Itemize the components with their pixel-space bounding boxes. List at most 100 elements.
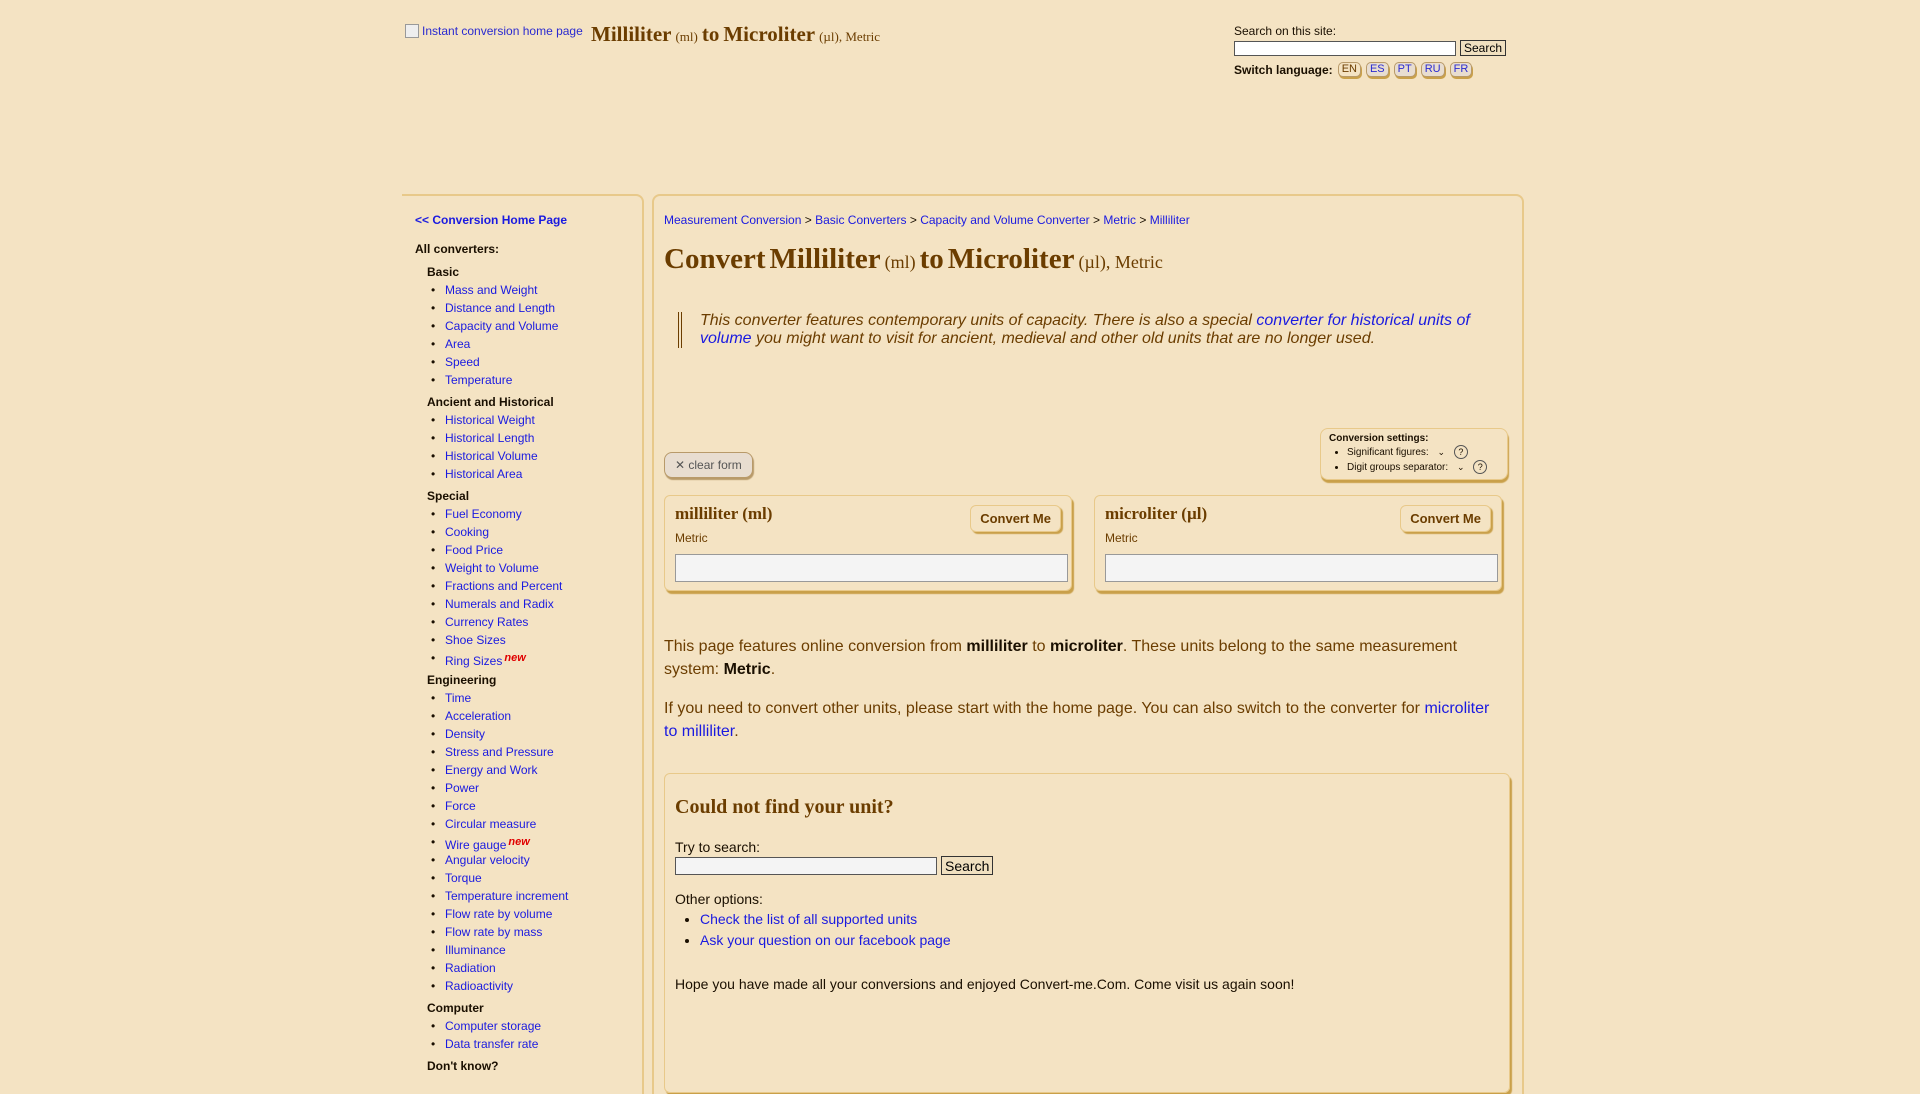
sidebar-item-link[interactable]: Flow rate by mass bbox=[445, 925, 542, 939]
to-unit-input[interactable] bbox=[1105, 554, 1498, 582]
to-convert-button[interactable]: Convert Me bbox=[1400, 505, 1491, 532]
sidebar-item-link[interactable]: Temperature increment bbox=[445, 889, 568, 903]
sidebar-item-link[interactable]: Radioactivity bbox=[445, 979, 513, 993]
from-unit-system: Metric bbox=[675, 531, 708, 545]
breadcrumb: Measurement Conversion > Basic Converter… bbox=[664, 213, 1190, 227]
unit-search-button[interactable]: Search bbox=[941, 856, 994, 875]
sidebar-item-link[interactable]: Torque bbox=[445, 871, 482, 885]
sidebar-item-link[interactable]: Ring Sizes bbox=[445, 654, 502, 668]
category-container: Basic Mass and Weight Distance and Length C… bbox=[415, 263, 640, 1075]
sidebar-item-link[interactable]: Historical Volume bbox=[445, 449, 538, 463]
header-title-to-word: to bbox=[701, 22, 720, 46]
from-unit-input[interactable] bbox=[675, 554, 1068, 582]
sidebar-item-link[interactable]: Capacity and Volume bbox=[445, 319, 558, 333]
sidebar-item-link[interactable]: Power bbox=[445, 781, 479, 795]
sidebar-item-link[interactable]: Stress and Pressure bbox=[445, 745, 554, 759]
clear-form-button[interactable]: ✕ clear form bbox=[664, 452, 753, 478]
unit-search-input[interactable] bbox=[675, 856, 937, 875]
sidebar-item-link[interactable]: Computer storage bbox=[445, 1019, 541, 1033]
to-unit-bold: microliter bbox=[1049, 638, 1123, 655]
sidebar-item-link[interactable]: Distance and Length bbox=[445, 301, 555, 315]
help-icon[interactable]: ? bbox=[1473, 460, 1488, 474]
header-title-to-abbr: (µl) bbox=[819, 29, 839, 44]
site-search-input[interactable] bbox=[1234, 40, 1456, 56]
settings-heading: Conversion settings: bbox=[1329, 433, 1429, 444]
sidebar-item-link[interactable]: Radiation bbox=[445, 961, 496, 975]
sidebar-item: Historical Area bbox=[431, 465, 640, 483]
site-search: Search on this site: Search Switch langu… bbox=[1234, 24, 1507, 77]
sidebar-item-link[interactable]: Historical Weight bbox=[445, 413, 535, 427]
facebook-question-link[interactable]: Ask your question on our facebook page bbox=[700, 932, 951, 948]
site-search-button[interactable]: Search bbox=[1460, 40, 1507, 56]
breadcrumb-item[interactable]: Basic Converters bbox=[815, 213, 906, 227]
lang-es[interactable]: ES bbox=[1365, 62, 1389, 77]
sidebar-item-link[interactable]: Currency Rates bbox=[445, 615, 528, 629]
converter-list: All converters: Basic Mass and Weight Dist… bbox=[415, 242, 640, 1075]
sidebar-item-link[interactable]: Illuminance bbox=[445, 943, 506, 957]
sidebar-item-link[interactable]: Acceleration bbox=[445, 709, 511, 723]
sidebar-item-link[interactable]: Temperature bbox=[445, 373, 512, 387]
category-heading: Don't know? bbox=[427, 1059, 499, 1073]
breadcrumb-separator: > bbox=[1092, 213, 1100, 227]
from-unit-card: milliliter (ml) Metric Convert Me bbox=[664, 495, 1072, 591]
sidebar-item-link[interactable]: Fractions and Percent bbox=[445, 579, 562, 593]
from-convert-button[interactable]: Convert Me bbox=[970, 505, 1061, 532]
lang-en[interactable]: EN bbox=[1337, 62, 1361, 77]
sidebar-item-link[interactable]: Time bbox=[445, 691, 471, 705]
sidebar-item: Force bbox=[431, 797, 640, 815]
breadcrumb-item[interactable]: Measurement Conversion bbox=[664, 213, 801, 227]
intro-note: This converter features contemporary uni… bbox=[678, 312, 1500, 348]
new-badge: new bbox=[504, 652, 526, 664]
category-heading: Basic bbox=[427, 265, 460, 279]
site-search-label: Search on this site: bbox=[1234, 24, 1337, 38]
page-title-prefix: Convert bbox=[664, 243, 766, 275]
lang-fr[interactable]: FR bbox=[1449, 62, 1473, 77]
sidebar-item-link[interactable]: Mass and Weight bbox=[445, 283, 538, 297]
sidebar-item-link[interactable]: Energy and Work bbox=[445, 763, 538, 777]
chevron-down-icon: ⌄ bbox=[1437, 447, 1446, 457]
description-paragraph: If you need to convert other units, plea… bbox=[664, 700, 1490, 740]
sidebar-item-link[interactable]: Numerals and Radix bbox=[445, 597, 554, 611]
sidebar-item-link[interactable]: Historical Length bbox=[445, 431, 534, 445]
sidebar-item-link[interactable]: Circular measure bbox=[445, 817, 536, 831]
page-title-from: Milliliter bbox=[769, 243, 881, 275]
sidebar-item-link[interactable]: Data transfer rate bbox=[445, 1037, 538, 1051]
language-switcher: Switch language: EN ES PT RU FR bbox=[1234, 62, 1506, 77]
sig-figs-select[interactable]: ⌄ bbox=[1432, 447, 1446, 458]
sidebar-item-link[interactable]: Historical Area bbox=[445, 467, 522, 481]
sidebar-item-link[interactable]: Weight to Volume bbox=[445, 561, 539, 575]
breadcrumb-item[interactable]: Capacity and Volume Converter bbox=[920, 213, 1089, 227]
breadcrumb-item[interactable]: Milliliter bbox=[1150, 213, 1190, 227]
sidebar-item-link[interactable]: Flow rate by volume bbox=[445, 907, 552, 921]
other-options-label: Other options: bbox=[675, 891, 763, 907]
supported-units-link[interactable]: Check the list of all supported units bbox=[700, 911, 917, 927]
sidebar-item-link[interactable]: Speed bbox=[445, 355, 480, 369]
conversion-home-link[interactable]: << Conversion Home Page bbox=[415, 213, 567, 227]
lang-pt[interactable]: PT bbox=[1393, 62, 1416, 77]
breadcrumb-separator: > bbox=[1139, 213, 1147, 227]
sidebar-item-link[interactable]: Wire gauge bbox=[445, 838, 506, 852]
sidebar-item: Power bbox=[431, 779, 640, 797]
sig-figs-label: Significant figures: bbox=[1347, 447, 1429, 458]
intro-note-text-end: you might want to visit for ancient, med… bbox=[751, 330, 1376, 347]
to-unit-name: microliter (µl) bbox=[1105, 504, 1208, 523]
sidebar-item-link[interactable]: Fuel Economy bbox=[445, 507, 522, 521]
sidebar-item-link[interactable]: Food Price bbox=[445, 543, 503, 557]
lang-ru[interactable]: RU bbox=[1420, 62, 1445, 77]
breadcrumb-item[interactable]: Metric bbox=[1103, 213, 1136, 227]
sidebar-item-link[interactable]: Area bbox=[445, 337, 470, 351]
to-unit-card: microliter (µl) Metric Convert Me bbox=[1094, 495, 1502, 591]
language-label: Switch language: bbox=[1234, 62, 1333, 77]
sidebar-item: Radiation bbox=[431, 959, 640, 977]
sidebar-item-link[interactable]: Angular velocity bbox=[445, 853, 530, 867]
sidebar-item-link[interactable]: Shoe Sizes bbox=[445, 633, 506, 647]
digit-sep-select[interactable]: ⌄ bbox=[1451, 462, 1465, 473]
home-logo-link[interactable]: Instant conversion home page bbox=[405, 24, 583, 38]
help-icon[interactable]: ? bbox=[1453, 445, 1468, 459]
chevron-down-icon: ⌄ bbox=[1456, 462, 1465, 472]
sidebar-item-link[interactable]: Force bbox=[445, 799, 476, 813]
sidebar-item-link[interactable]: Cooking bbox=[445, 525, 489, 539]
sidebar-item: Stress and Pressure bbox=[431, 743, 640, 761]
sidebar-item-link[interactable]: Density bbox=[445, 727, 485, 741]
all-converters-heading: All converters: bbox=[415, 242, 500, 256]
